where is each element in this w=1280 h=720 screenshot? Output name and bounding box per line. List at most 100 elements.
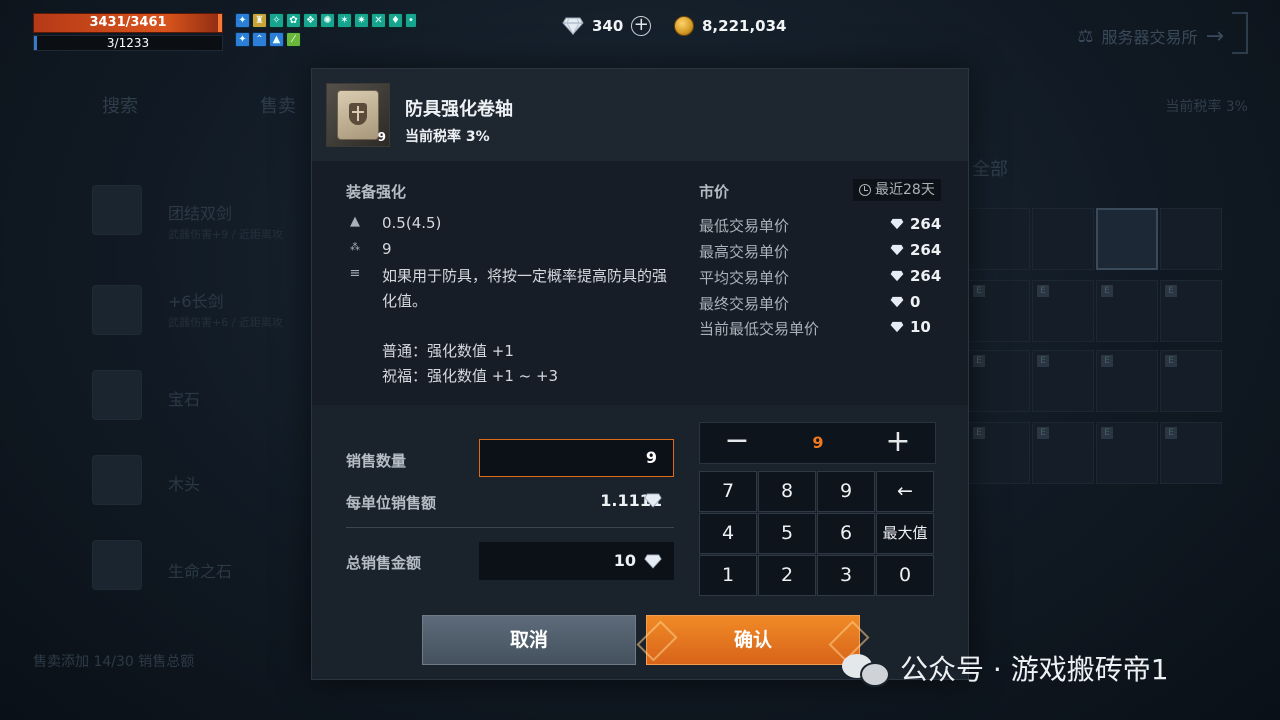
price-number: 264 xyxy=(910,215,942,233)
bg-cell-selected xyxy=(1096,208,1158,270)
mp-bar: 3/1233 xyxy=(33,35,223,51)
confirm-button[interactable]: 确认 xyxy=(646,615,860,665)
key-7[interactable]: 7 xyxy=(699,471,757,512)
buff-icon[interactable]: ♦ xyxy=(388,13,403,28)
total-field: 10 xyxy=(479,542,674,580)
bg-cell: E xyxy=(1096,422,1158,484)
bg-item-icon xyxy=(92,370,142,420)
bg-row-name: 生命之石 xyxy=(168,562,233,581)
period-chip[interactable]: 最近28天 xyxy=(853,179,941,201)
key-1[interactable]: 1 xyxy=(699,555,757,596)
bg-row-name: 木头 xyxy=(168,475,201,494)
grade-e-icon: E xyxy=(973,427,985,439)
price-number: 10 xyxy=(910,318,931,336)
grade-e-icon: E xyxy=(1037,427,1049,439)
increase-button[interactable]: + xyxy=(861,423,935,463)
total-label: 总销售金额 xyxy=(346,554,422,572)
price-label: 平均交易单价 xyxy=(699,269,790,287)
grade-e-icon: E xyxy=(1165,285,1177,297)
backspace-key[interactable]: ← xyxy=(876,471,934,512)
key-0[interactable]: 0 xyxy=(876,555,934,596)
key-5[interactable]: 5 xyxy=(758,513,816,554)
key-4[interactable]: 4 xyxy=(699,513,757,554)
hp-bar: 3431/3461 xyxy=(33,13,223,33)
bg-tab-search: 搜索 xyxy=(102,96,138,117)
weight-icon: ▲ xyxy=(350,214,360,229)
key-3[interactable]: 3 xyxy=(817,555,875,596)
shield-icon xyxy=(349,103,367,125)
bg-cell xyxy=(1032,208,1094,270)
sell-dialog: 9 防具强化卷轴 当前税率 3% 装备强化 ▲ 0.5(4.5) ⁂ 9 ≡ 如… xyxy=(311,68,969,680)
tax-label: 当前税率 xyxy=(405,129,461,145)
buff-icon[interactable]: ⌃ xyxy=(252,32,267,47)
key-9[interactable]: 9 xyxy=(817,471,875,512)
bg-cell: E xyxy=(1096,280,1158,342)
description-icon: ≡ xyxy=(349,266,361,281)
price-value: 0 xyxy=(890,293,920,311)
max-value-key[interactable]: 最大值 xyxy=(876,513,934,554)
key-6[interactable]: 6 xyxy=(817,513,875,554)
bg-tax-label: 当前税率 3% xyxy=(1165,99,1248,115)
bg-item-icon xyxy=(92,185,142,235)
buff-icon[interactable]: ✦ xyxy=(235,13,250,28)
buff-bar[interactable]: ✦ ♜ ✧ ✿ ❖ ✺ ✶ ✷ ✕ ♦ • ✦ ⌃ ▲ ⁄ xyxy=(235,13,420,51)
key-8[interactable]: 8 xyxy=(758,471,816,512)
grade-e-icon: E xyxy=(1101,427,1113,439)
bg-cell: E xyxy=(968,422,1030,484)
price-label: 最高交易单价 xyxy=(699,243,790,261)
diamond-icon xyxy=(890,270,904,282)
buff-icon[interactable]: ✦ xyxy=(235,32,250,47)
diamond-icon xyxy=(562,17,584,35)
bg-row-name: +6长剑 xyxy=(168,292,224,311)
buff-icon[interactable]: • xyxy=(405,13,417,28)
gold-coin-icon xyxy=(674,16,694,36)
grade-e-icon: E xyxy=(1165,427,1177,439)
decrease-button[interactable]: − xyxy=(700,423,774,463)
bg-cell: E xyxy=(1032,350,1094,412)
total-value: 10 xyxy=(613,551,636,570)
buff-icon[interactable]: ✕ xyxy=(371,13,386,28)
bg-item-icon xyxy=(92,540,142,590)
item-quantity: 9 xyxy=(377,130,386,144)
bg-cell: E xyxy=(1160,422,1222,484)
diamond-amount: 340 xyxy=(592,17,624,35)
scroll-icon xyxy=(337,90,379,140)
server-exchange-link[interactable]: ⚖ 服务器交易所 → xyxy=(1077,12,1248,54)
bg-row-name: 宝石 xyxy=(168,390,201,409)
buff-icon[interactable]: ▲ xyxy=(269,32,284,47)
bg-item-icon xyxy=(92,285,142,335)
key-2[interactable]: 2 xyxy=(758,555,816,596)
item-description: 如果用于防具，将按一定概率提高防具的强化值。 普通：强化数值 +1 祝福：强化数… xyxy=(382,264,672,384)
buff-icon[interactable]: ✿ xyxy=(286,13,301,28)
buff-icon[interactable]: ✷ xyxy=(354,13,369,28)
diamond-icon xyxy=(890,296,904,308)
price-label: 最终交易单价 xyxy=(699,295,790,313)
item-tax: 当前税率 3% xyxy=(405,126,490,146)
buff-icon[interactable]: ✺ xyxy=(320,13,335,28)
unit-price-label: 每单位销售额 xyxy=(346,494,437,512)
stepper-value: 9 xyxy=(812,433,824,452)
description-blessed: 祝福：强化数值 +1 ~ +3 xyxy=(382,367,559,384)
exit-arrow-icon: → xyxy=(1205,23,1224,49)
price-row: 最终交易单价 0 xyxy=(699,293,944,315)
price-row: 最高交易单价 264 xyxy=(699,241,944,263)
exchange-label: 服务器交易所 xyxy=(1101,28,1198,47)
buff-icon[interactable]: ⁄ xyxy=(286,32,301,47)
bg-cell: E xyxy=(1160,280,1222,342)
bg-cell: E xyxy=(1032,280,1094,342)
buff-icon[interactable]: ❖ xyxy=(303,13,318,28)
grade-e-icon: E xyxy=(973,285,985,297)
cancel-button[interactable]: 取消 xyxy=(422,615,636,665)
item-category: 装备强化 xyxy=(346,183,407,201)
price-label: 最低交易单价 xyxy=(699,217,790,235)
scale-icon: ⚖ xyxy=(1077,25,1094,47)
sale-qty-input[interactable]: 9 xyxy=(479,439,674,477)
bg-tab-sell: 售卖 xyxy=(260,96,296,117)
bg-inventory-grid: E E E E E E E E E E E E xyxy=(968,200,1258,600)
bg-item-icon xyxy=(92,455,142,505)
buff-icon[interactable]: ✧ xyxy=(269,13,284,28)
add-diamond-button[interactable]: + xyxy=(631,16,652,36)
buff-icon[interactable]: ♜ xyxy=(252,13,267,28)
watermark: 公众号 · 游戏搬砖帝1 xyxy=(842,648,1169,688)
buff-icon[interactable]: ✶ xyxy=(337,13,352,28)
